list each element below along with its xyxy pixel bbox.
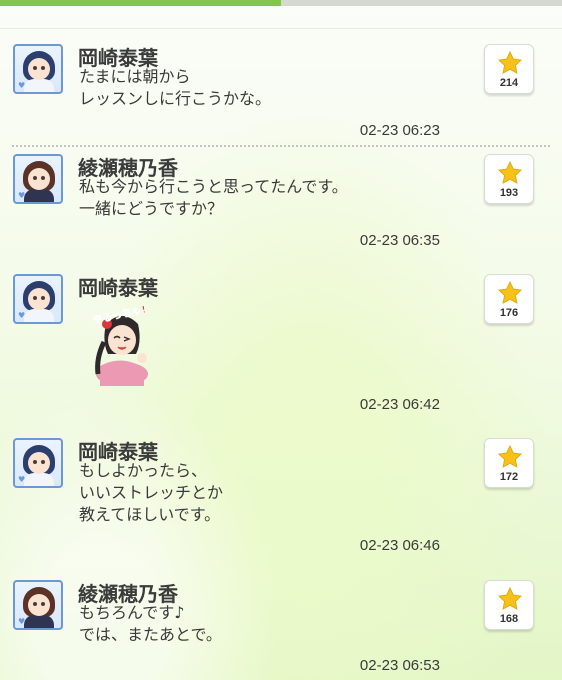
heart-icon: ♥ <box>18 81 26 90</box>
like-button[interactable]: 193 <box>484 154 534 204</box>
heart-icon: ♥ <box>18 617 26 626</box>
sticker-image[interactable]: やるっちゃ! <box>78 302 162 386</box>
heart-icon: ♥ <box>18 191 26 200</box>
message-text: もしよかったら、 いいストレッチとか 教えてほしいです。 <box>79 460 223 526</box>
message-timestamp: 02-23 06:23 <box>359 122 440 139</box>
message-timestamp: 02-23 06:46 <box>359 537 440 554</box>
star-icon <box>497 444 523 468</box>
star-icon <box>497 50 523 74</box>
like-button[interactable]: 214 <box>484 44 534 94</box>
like-count: 193 <box>499 187 519 199</box>
star-icon <box>497 280 523 304</box>
message-text: 私も今から行こうと思ってたんです。 一緒にどうですか？ <box>79 176 348 220</box>
message-timestamp: 02-23 06:35 <box>359 232 440 249</box>
message-line: 私も今から行こうと思ってたんです。 <box>79 177 348 196</box>
scroll-progress-bar <box>0 0 562 6</box>
like-count: 214 <box>499 77 519 89</box>
like-count: 172 <box>499 471 519 483</box>
heart-icon: ♥ <box>18 475 26 484</box>
message-divider <box>12 145 550 147</box>
like-button[interactable]: 176 <box>484 274 534 324</box>
heart-icon: ♥ <box>18 311 26 320</box>
message-line: では、またあとで。 <box>79 625 222 644</box>
avatar[interactable]: ♥ <box>13 44 63 94</box>
message-line: たまには朝から <box>79 67 191 86</box>
scroll-progress-fill <box>0 0 281 6</box>
header-divider <box>0 28 562 29</box>
avatar[interactable]: ♥ <box>13 154 63 204</box>
message-line: レッスンしに行こうかな。 <box>79 89 272 108</box>
like-count: 168 <box>499 613 519 625</box>
message-text: たまには朝から レッスンしに行こうかな。 <box>79 66 271 110</box>
message-line: いいストレッチとか <box>79 483 224 502</box>
message-author: 岡崎泰葉 <box>78 278 158 300</box>
like-button[interactable]: 168 <box>484 580 534 630</box>
avatar[interactable]: ♥ <box>13 438 63 488</box>
star-icon <box>497 160 523 184</box>
message-timestamp: 02-23 06:53 <box>359 657 440 674</box>
message-text: もちろんです♪ では、またあとで。 <box>79 602 222 646</box>
message-line: 一緒にどうですか？ <box>79 199 224 218</box>
message-line: もちろんです♪ <box>79 603 185 622</box>
avatar[interactable]: ♥ <box>13 580 63 630</box>
like-button[interactable]: 172 <box>484 438 534 488</box>
avatar[interactable]: ♥ <box>13 274 63 324</box>
message-line: もしよかったら、 <box>79 461 208 480</box>
message-line: 教えてほしいです。 <box>79 505 221 524</box>
message-timestamp: 02-23 06:42 <box>359 396 440 413</box>
like-count: 176 <box>499 307 519 319</box>
star-icon <box>497 586 523 610</box>
